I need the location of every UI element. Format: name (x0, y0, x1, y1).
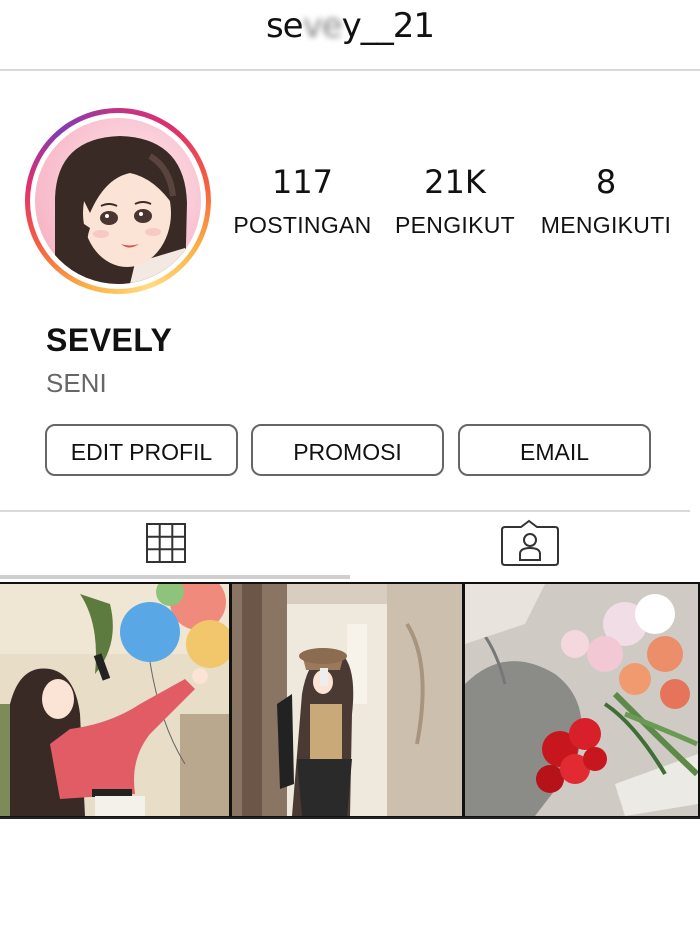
posts-grid (0, 582, 700, 818)
header-divider (0, 69, 700, 71)
profile-username: sevey__21 (0, 0, 700, 52)
display-name: SEVELY (46, 322, 173, 358)
story-ring[interactable] (25, 108, 211, 294)
post-image (465, 584, 698, 816)
following-count: 8 (595, 163, 617, 201)
post-thumbnail[interactable] (465, 584, 698, 816)
post-thumbnail[interactable] (0, 584, 229, 816)
grid-bottom-border (0, 817, 700, 819)
followers-label: PENGIKUT (395, 212, 515, 238)
stat-posts[interactable]: 117 POSTINGAN (225, 160, 380, 239)
tab-tagged[interactable] (350, 513, 690, 577)
post-thumbnail[interactable] (232, 584, 462, 816)
followers-count: 21K (424, 163, 486, 201)
email-button[interactable]: EMAIL (458, 424, 651, 476)
posts-label: POSTINGAN (233, 212, 372, 238)
avatar[interactable] (35, 118, 201, 284)
post-image (0, 584, 229, 816)
posts-count: 117 (271, 163, 334, 201)
grid-icon (146, 523, 186, 563)
username-prefix: se (265, 6, 304, 46)
tab-posts-grid[interactable] (0, 513, 350, 577)
stat-following[interactable]: 8 MENGIKUTI (530, 160, 682, 239)
following-label: MENGIKUTI (540, 212, 672, 238)
edit-profile-button[interactable]: EDIT PROFIL (45, 424, 238, 476)
username-censored: ve (302, 6, 343, 46)
tagged-person-icon (501, 519, 559, 566)
avatar-illustration (55, 136, 201, 284)
post-image (232, 584, 462, 816)
active-tab-indicator (0, 575, 350, 579)
profile-category: SENI (46, 368, 107, 398)
stat-followers[interactable]: 21K PENGIKUT (390, 160, 520, 239)
tabs-divider (0, 510, 690, 512)
promote-button[interactable]: PROMOSI (251, 424, 444, 476)
avatar-frame (30, 113, 206, 289)
username-suffix: y__21 (341, 6, 435, 46)
